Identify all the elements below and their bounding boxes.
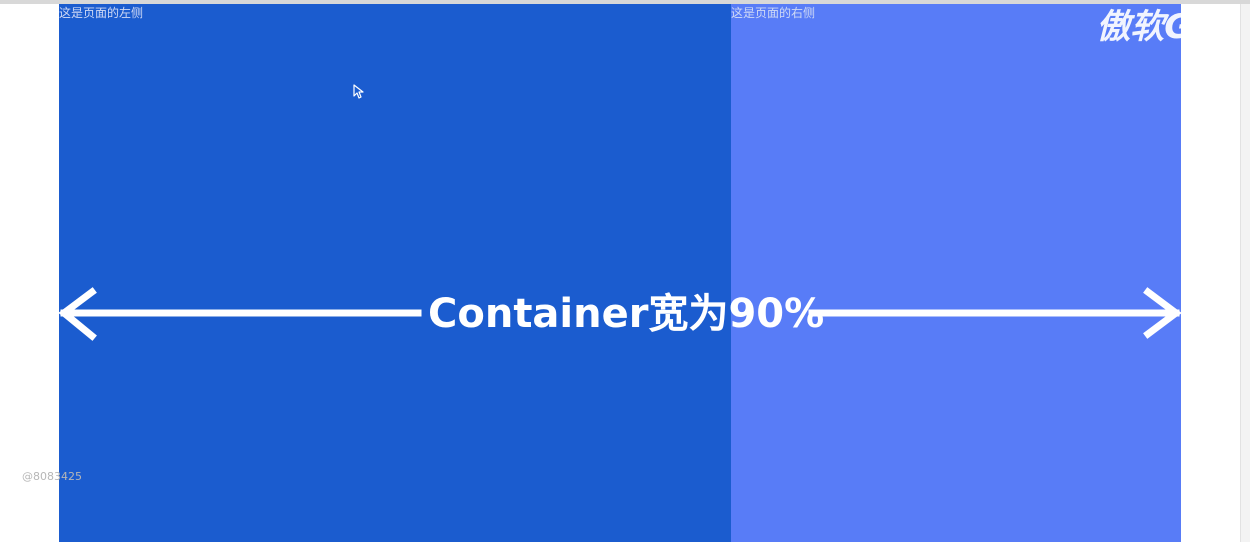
watermark-logo: 傲软GIF — [1096, 7, 1228, 47]
container-width-annotation: Container宽为90% — [428, 291, 825, 337]
arrow-left-icon — [58, 287, 422, 341]
browser-viewport: 这是页面的左侧 这是页面的右侧 @8083425 Container宽为90% … — [0, 0, 1250, 542]
mouse-cursor-icon — [353, 84, 364, 99]
width-arrow — [58, 287, 1182, 341]
arrow-right-icon — [808, 287, 1182, 339]
